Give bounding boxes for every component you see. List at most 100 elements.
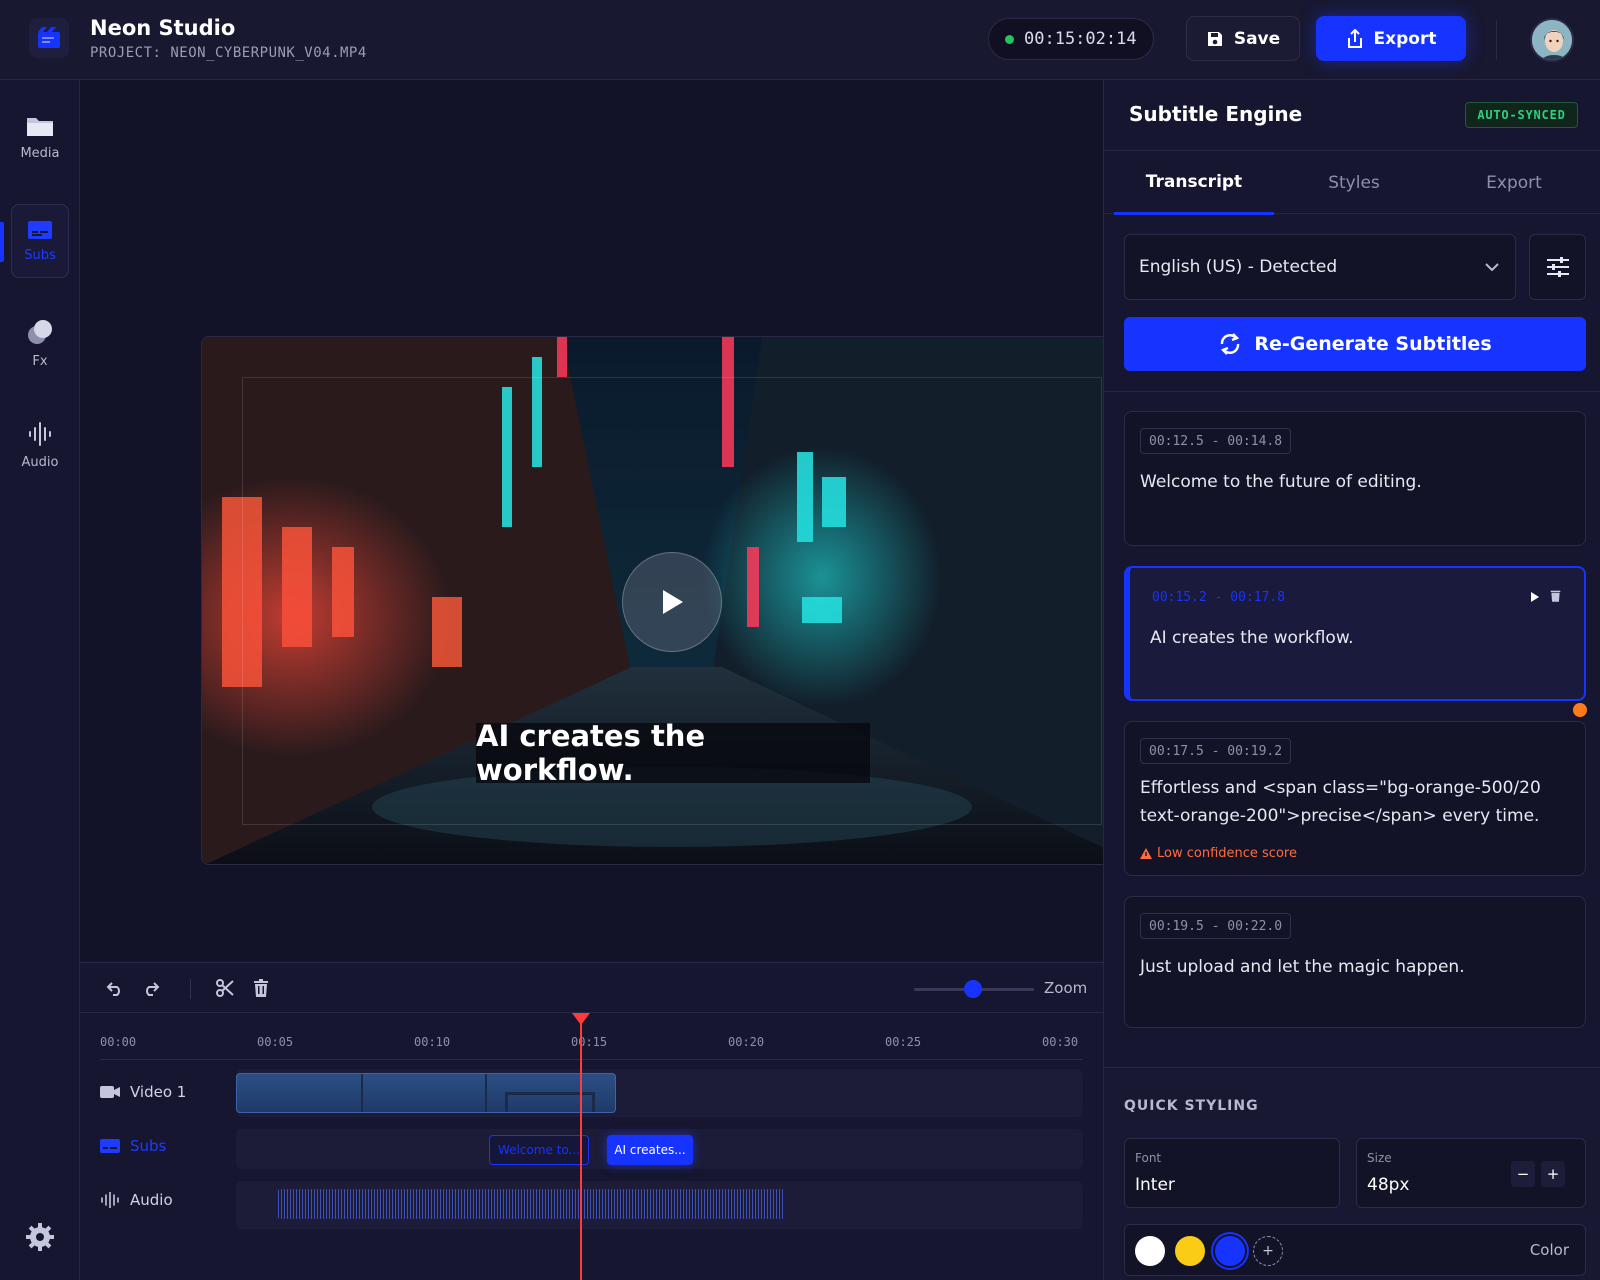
color-swatch-yellow[interactable] — [1175, 1236, 1205, 1266]
color-swatch-blue-selected[interactable] — [1215, 1236, 1245, 1266]
card-text[interactable]: Effortless and <span class="bg-orange-50… — [1140, 774, 1570, 830]
size-field[interactable]: Size 48px − + — [1356, 1138, 1586, 1208]
sidebar-item-label: Media — [20, 145, 60, 161]
tab-transcript[interactable]: Transcript — [1114, 151, 1274, 215]
playhead[interactable] — [580, 1013, 582, 1280]
sidebar-item-fx[interactable]: Fx — [11, 306, 69, 380]
card-timestamp[interactable]: 00:15.2 - 00:17.8 — [1144, 584, 1293, 610]
language-select[interactable]: English (US) - Detected — [1124, 234, 1516, 300]
playhead-handle[interactable] — [572, 1013, 590, 1025]
export-button[interactable]: Export — [1316, 16, 1466, 61]
quick-styling-section: QUICK STYLING Font Inter Size 48px − + +… — [1104, 1067, 1600, 1280]
save-button[interactable]: Save — [1186, 16, 1300, 61]
top-header: Neon Studio PROJECT: NEON_CYBERPUNK_V04.… — [0, 0, 1600, 80]
export-label: Export — [1373, 28, 1437, 49]
font-value[interactable]: Inter — [1135, 1175, 1175, 1195]
ruler-tick: 00:10 — [414, 1035, 451, 1049]
play-icon — [663, 590, 683, 614]
sidebar-item-subs[interactable]: Subs — [11, 204, 69, 278]
timecode-value: 00:15:02:14 — [1024, 29, 1137, 49]
warning-text: Low confidence score — [1157, 846, 1297, 861]
split-button[interactable] — [214, 977, 236, 999]
transcript-card[interactable]: 00:19.5 - 00:22.0 Just upload and let th… — [1124, 896, 1586, 1028]
ruler-tick: 00:05 — [257, 1035, 294, 1049]
ruler-tick: 00:20 — [728, 1035, 765, 1049]
font-label: Font — [1135, 1151, 1162, 1165]
video-preview[interactable]: AI creates the workflow. — [201, 336, 1141, 865]
sidebar-item-audio[interactable]: Audio — [11, 408, 69, 482]
gear-icon — [26, 1223, 54, 1251]
delete-button[interactable] — [250, 977, 272, 999]
panel-divider — [1104, 391, 1600, 392]
size-value[interactable]: 48px — [1367, 1175, 1409, 1195]
sliders-icon — [1546, 257, 1569, 277]
timeline-toolbar: Zoom — [80, 963, 1103, 1013]
play-button[interactable] — [622, 552, 722, 652]
card-timestamp[interactable]: 00:12.5 - 00:14.8 — [1140, 428, 1292, 454]
app-logo-icon — [29, 18, 69, 58]
settings-button[interactable] — [25, 1222, 55, 1256]
sidebar-item-label: Audio — [21, 454, 59, 470]
undo-icon — [106, 982, 120, 996]
redo-button[interactable] — [140, 977, 162, 999]
audio-wave-icon — [101, 1192, 119, 1208]
video-camera-icon — [100, 1086, 120, 1098]
card-delete-button[interactable] — [1550, 587, 1561, 606]
subtitle-overlay[interactable]: AI creates the workflow. — [476, 719, 870, 787]
settings-sliders-button[interactable] — [1529, 234, 1586, 300]
app-window: Neon Studio PROJECT: NEON_CYBERPUNK_V04.… — [0, 0, 1600, 1280]
card-text[interactable]: Just upload and let the magic happen. — [1140, 953, 1570, 981]
sidebar-item-media[interactable]: Media — [11, 100, 69, 174]
regenerate-button[interactable]: Re-Generate Subtitles — [1124, 317, 1586, 371]
chevron-down-icon — [1485, 263, 1499, 271]
header-divider — [1496, 20, 1497, 60]
size-decrease-button[interactable]: − — [1511, 1161, 1535, 1187]
subtitle-clip-selected[interactable]: AI creates... — [607, 1135, 693, 1165]
subtitles-icon — [100, 1139, 120, 1153]
card-text[interactable]: AI creates the workflow. — [1150, 624, 1580, 652]
card-timestamp[interactable]: 00:17.5 - 00:19.2 — [1140, 738, 1292, 764]
add-color-button[interactable]: + — [1253, 1236, 1283, 1266]
warning-triangle-icon — [1140, 848, 1152, 859]
panel-tabs: Transcript Styles Export — [1104, 150, 1600, 215]
subtitles-icon — [28, 220, 52, 239]
tab-export[interactable]: Export — [1434, 151, 1594, 215]
subtitle-panel: Subtitle Engine AUTO-SYNCED Transcript S… — [1103, 80, 1600, 1280]
low-confidence-warning: Low confidence score — [1140, 846, 1297, 861]
font-field[interactable]: Font Inter — [1124, 1138, 1340, 1208]
trash-icon — [1550, 590, 1561, 602]
ruler-tick: 00:00 — [100, 1035, 137, 1049]
sidebar-item-label: Fx — [32, 353, 48, 369]
color-swatch-white[interactable] — [1135, 1236, 1165, 1266]
track-name: Subs — [130, 1137, 167, 1155]
app-title: Neon Studio — [90, 16, 236, 40]
video-clip[interactable] — [236, 1073, 616, 1113]
save-icon — [1207, 31, 1222, 46]
language-value: English (US) - Detected — [1139, 257, 1338, 277]
card-text[interactable]: Welcome to the future of editing. — [1140, 468, 1570, 496]
toolbar-divider — [190, 979, 191, 999]
ruler-tick: 00:30 — [1042, 1035, 1079, 1049]
user-avatar[interactable] — [1530, 18, 1574, 62]
transcript-card[interactable]: 00:17.5 - 00:19.2 Effortless and <span c… — [1124, 721, 1586, 876]
zoom-slider-thumb[interactable] — [964, 980, 982, 998]
track-label-subs: Subs — [100, 1137, 166, 1155]
project-name: PROJECT: NEON_CYBERPUNK_V04.MP4 — [90, 45, 367, 61]
track-name: Audio — [130, 1191, 173, 1209]
tab-styles[interactable]: Styles — [1274, 151, 1434, 215]
ruler-tick: 00:25 — [885, 1035, 922, 1049]
transcript-card-active[interactable]: 00:15.2 - 00:17.8 AI creates the workflo… — [1124, 566, 1586, 701]
trash-icon — [254, 979, 268, 997]
audio-waveform[interactable] — [278, 1189, 784, 1219]
refresh-icon — [1221, 333, 1240, 355]
quick-styling-title: QUICK STYLING — [1124, 1098, 1259, 1114]
size-label: Size — [1367, 1151, 1392, 1165]
card-play-button[interactable] — [1530, 588, 1540, 607]
subtitle-clip[interactable]: Welcome to... — [489, 1135, 589, 1165]
size-increase-button[interactable]: + — [1541, 1161, 1565, 1187]
transcript-card[interactable]: 00:12.5 - 00:14.8 Welcome to the future … — [1124, 411, 1586, 546]
undo-button[interactable] — [104, 977, 126, 999]
card-timestamp[interactable]: 00:19.5 - 00:22.0 — [1140, 913, 1292, 939]
folder-icon — [27, 117, 53, 136]
color-picker-row: + Color — [1124, 1224, 1586, 1276]
